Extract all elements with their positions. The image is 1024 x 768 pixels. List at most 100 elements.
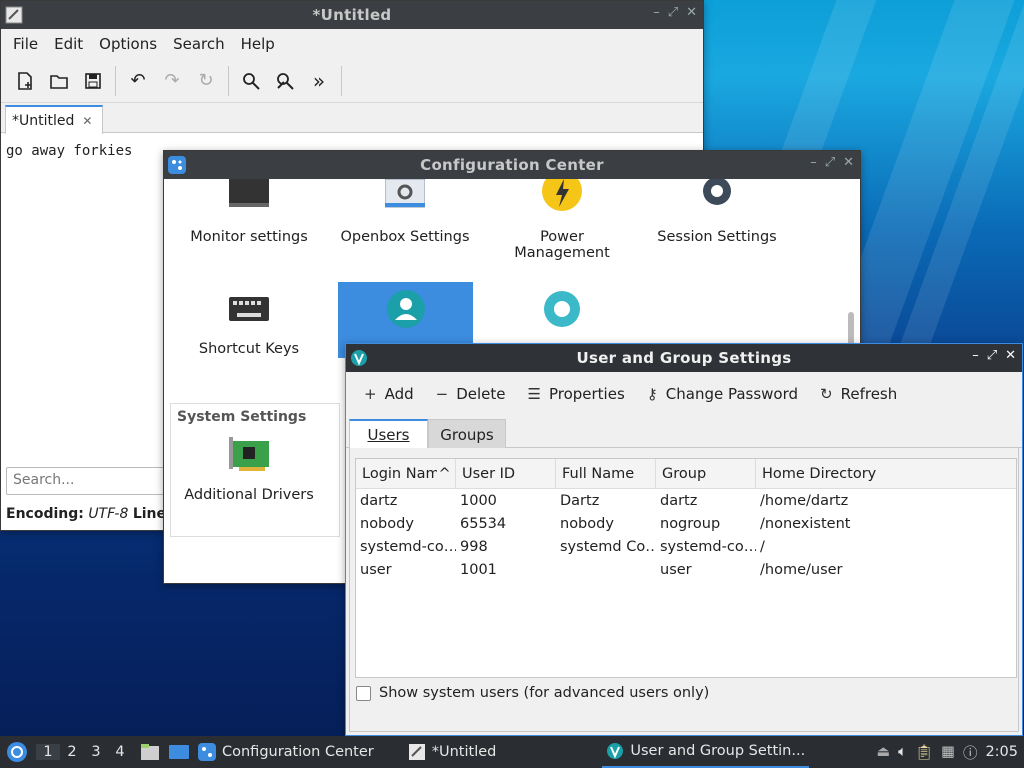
lubuntu-logo-icon bbox=[7, 742, 27, 762]
encoding-label: Encoding: bbox=[6, 506, 84, 522]
column-user-id[interactable]: User ID bbox=[456, 459, 556, 489]
users-body: Users Groups Login Name ^ User ID Full N… bbox=[346, 416, 1022, 735]
column-group[interactable]: Group bbox=[656, 459, 756, 489]
cell-group: user bbox=[660, 561, 692, 578]
plus-icon: + bbox=[364, 385, 377, 403]
start-menu-button[interactable] bbox=[0, 736, 32, 768]
column-home-directory[interactable]: Home Directory bbox=[756, 459, 1016, 489]
openbox-settings-item[interactable]: Openbox Settings bbox=[337, 179, 473, 245]
show-system-users-label: Show system users (for advanced users on… bbox=[379, 685, 710, 701]
users-app-icon bbox=[607, 743, 624, 759]
minimize-icon[interactable]: – bbox=[653, 5, 660, 20]
properties-button[interactable]: ☰ Properties bbox=[528, 385, 625, 403]
session-settings-item[interactable]: Session Settings bbox=[649, 179, 785, 245]
cell-login: dartz bbox=[360, 492, 398, 509]
tab-users[interactable]: Users bbox=[349, 419, 428, 449]
upload-icon[interactable]: ⏏ bbox=[876, 744, 890, 760]
user-icon bbox=[387, 290, 425, 328]
delete-button[interactable]: − Delete bbox=[436, 385, 506, 403]
close-icon[interactable]: ✕ bbox=[686, 5, 697, 20]
task-user-group-settings[interactable]: User and Group Settin... bbox=[602, 736, 810, 768]
scrollbar-thumb[interactable] bbox=[848, 312, 854, 346]
power-management-item[interactable]: Power Management bbox=[494, 179, 630, 261]
reload-icon[interactable]: ↻ bbox=[190, 65, 222, 97]
refresh-button[interactable]: ↻ Refresh bbox=[820, 385, 897, 403]
add-button[interactable]: + Add bbox=[364, 385, 414, 403]
folder-icon bbox=[141, 744, 159, 760]
users-groups-item[interactable] bbox=[338, 289, 474, 341]
open-folder-icon[interactable] bbox=[43, 65, 75, 97]
menu-file[interactable]: File bbox=[5, 35, 46, 53]
editor-titlebar[interactable]: *Untitled – ⤢ ✕ bbox=[1, 1, 703, 29]
editor-title: *Untitled bbox=[312, 6, 392, 24]
volume-icon[interactable]: 🔈︎ bbox=[898, 744, 907, 760]
openbox-icon bbox=[384, 179, 426, 208]
menu-options[interactable]: Options bbox=[91, 35, 165, 53]
taskbar: 1 2 3 4 Configuration Center *Untitled U… bbox=[0, 736, 1024, 768]
new-file-icon[interactable] bbox=[9, 65, 41, 97]
monitor-settings-item[interactable]: Monitor settings bbox=[181, 179, 317, 245]
cell-group: dartz bbox=[660, 492, 698, 509]
go-to-line-icon[interactable]: » bbox=[303, 65, 335, 97]
close-icon[interactable]: ✕ bbox=[843, 155, 854, 170]
users-table[interactable]: Login Name ^ User ID Full Name Group Hom… bbox=[355, 458, 1017, 678]
tab-untitled[interactable]: *Untitled ✕ bbox=[5, 105, 103, 134]
task-configuration-center[interactable]: Configuration Center bbox=[194, 736, 378, 768]
column-label: Full Name bbox=[562, 466, 635, 482]
toolbar-separator bbox=[115, 65, 116, 96]
menu-help[interactable]: Help bbox=[233, 35, 283, 53]
checkbox-box[interactable] bbox=[356, 685, 371, 701]
table-row[interactable]: nobody 65534 nobody nogroup /nonexistent bbox=[356, 512, 1016, 535]
task-label: *Untitled bbox=[431, 744, 497, 760]
find-replace-icon[interactable] bbox=[269, 65, 301, 97]
menu-edit[interactable]: Edit bbox=[46, 35, 91, 53]
shortcut-keys-item[interactable]: Shortcut Keys bbox=[181, 289, 317, 357]
show-system-users-checkbox[interactable]: Show system users (for advanced users on… bbox=[356, 685, 709, 701]
close-tab-icon[interactable]: ✕ bbox=[82, 114, 92, 128]
cell-login: systemd-co… bbox=[360, 538, 456, 555]
minimize-icon[interactable]: – bbox=[810, 155, 817, 170]
editor-toolbar: ↶ ↷ ↻ » bbox=[1, 59, 703, 103]
table-row[interactable]: user 1001 user /home/user bbox=[356, 558, 1016, 581]
update-notifier-icon[interactable]: ⓘ bbox=[963, 742, 978, 763]
desktop-3[interactable]: 3 bbox=[84, 744, 108, 760]
find-icon[interactable] bbox=[235, 65, 267, 97]
tab-groups[interactable]: Groups bbox=[428, 419, 506, 449]
change-password-button[interactable]: ⚷ Change Password bbox=[647, 385, 798, 403]
desktop-4[interactable]: 4 bbox=[108, 744, 132, 760]
system-tray: ⏏ 🔈︎ 📋︎ ▦ ⓘ 2:05 bbox=[876, 736, 1024, 768]
column-login-name[interactable]: Login Name ^ bbox=[356, 459, 456, 489]
additional-drivers-item[interactable]: Additional Drivers bbox=[181, 435, 317, 503]
refresh-label: Refresh bbox=[840, 385, 898, 403]
desktop-1[interactable]: 1 bbox=[36, 744, 60, 760]
maximize-icon[interactable]: ⤢ bbox=[668, 5, 678, 20]
maximize-icon[interactable]: ⤢ bbox=[825, 155, 835, 170]
show-desktop-button[interactable] bbox=[164, 736, 194, 768]
users-titlebar[interactable]: User and Group Settings – ⤢ ✕ bbox=[346, 344, 1022, 372]
cell-group: nogroup bbox=[660, 515, 721, 532]
close-icon[interactable]: ✕ bbox=[1005, 348, 1016, 363]
clock[interactable]: 2:05 bbox=[985, 744, 1018, 760]
config-center-icon bbox=[198, 743, 216, 761]
config-titlebar[interactable]: Configuration Center – ⤢ ✕ bbox=[164, 151, 860, 179]
user-group-settings-window: User and Group Settings – ⤢ ✕ + Add − De… bbox=[345, 343, 1023, 736]
task-untitled[interactable]: *Untitled bbox=[404, 736, 501, 768]
clipboard-icon[interactable]: 📋︎ bbox=[915, 744, 933, 761]
network-icon[interactable]: ▦ bbox=[941, 744, 955, 760]
undo-icon[interactable]: ↶ bbox=[122, 65, 154, 97]
table-row[interactable]: systemd-co… 998 systemd Co… systemd-co… … bbox=[356, 535, 1016, 558]
maximize-icon[interactable]: ⤢ bbox=[987, 348, 997, 363]
minimize-icon[interactable]: – bbox=[972, 348, 979, 363]
users-title: User and Group Settings bbox=[576, 349, 792, 367]
redo-icon[interactable]: ↷ bbox=[156, 65, 188, 97]
menu-search[interactable]: Search bbox=[165, 35, 233, 53]
column-full-name[interactable]: Full Name bbox=[556, 459, 656, 489]
desktop-2[interactable]: 2 bbox=[60, 744, 84, 760]
cell-uid: 1001 bbox=[460, 561, 497, 578]
table-row[interactable]: dartz 1000 Dartz dartz /home/dartz bbox=[356, 489, 1016, 512]
window-effects-item[interactable] bbox=[494, 289, 630, 341]
file-manager-launcher[interactable] bbox=[136, 736, 164, 768]
save-icon[interactable] bbox=[77, 65, 109, 97]
cell-fullname: systemd Co… bbox=[560, 538, 656, 555]
session-settings-label: Session Settings bbox=[657, 229, 777, 245]
